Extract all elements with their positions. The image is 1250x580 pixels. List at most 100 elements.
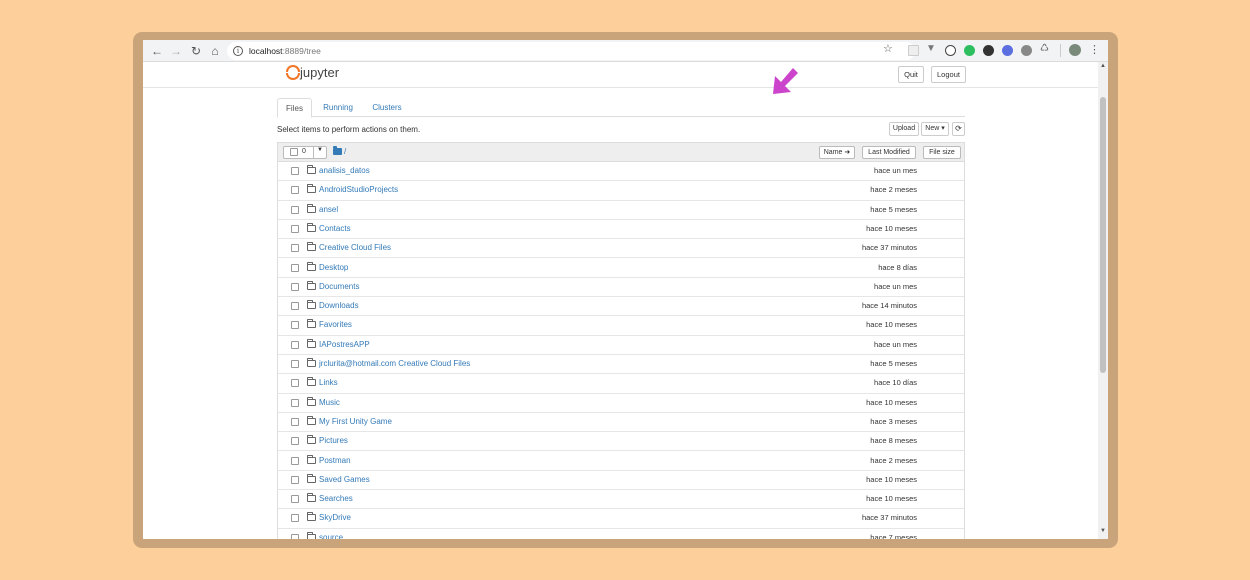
item-name-link[interactable]: Desktop <box>319 263 348 272</box>
row-checkbox[interactable] <box>291 533 299 539</box>
item-name-link[interactable]: Favorites <box>319 320 352 329</box>
item-name-link[interactable]: Creative Cloud Files <box>319 243 391 252</box>
scroll-thumb[interactable] <box>1100 97 1106 373</box>
row-checkbox[interactable] <box>291 379 299 388</box>
row-checkbox[interactable] <box>291 456 299 465</box>
tab-clusters[interactable]: Clusters <box>365 98 409 117</box>
row-checkbox[interactable] <box>291 263 299 272</box>
row-checkbox[interactable] <box>291 340 299 349</box>
item-name-link[interactable]: Saved Games <box>319 475 370 484</box>
item-name-link[interactable]: AndroidStudioProjects <box>319 185 398 194</box>
item-name-link[interactable]: Music <box>319 398 340 407</box>
folder-icon <box>307 377 316 387</box>
table-row[interactable]: ansel hace 5 meses <box>278 201 964 220</box>
table-row[interactable]: AndroidStudioProjects hace 2 meses <box>278 181 964 201</box>
menu-dots-icon[interactable]: ⋮ <box>1089 43 1100 56</box>
table-row[interactable]: Searches hace 10 meses <box>278 490 964 510</box>
table-row[interactable]: IAPostresAPP hace un mes <box>278 336 964 355</box>
item-name-link[interactable]: My First Unity Game <box>319 417 392 426</box>
breadcrumb-root[interactable]: / <box>344 147 346 156</box>
table-row[interactable]: Pictures hace 8 meses <box>278 432 964 452</box>
table-row[interactable]: Links hace 10 días <box>278 374 964 394</box>
extension-icon-evernote[interactable] <box>964 45 975 56</box>
forward-icon[interactable]: → <box>168 43 184 59</box>
quit-button[interactable]: Quit <box>898 66 924 83</box>
row-checkbox[interactable] <box>291 205 299 214</box>
jupyter-logo[interactable]: jupyter <box>285 65 339 80</box>
address-bar[interactable]: i localhost:8889/tree <box>227 42 915 60</box>
item-name-link[interactable]: Contacts <box>319 224 351 233</box>
extension-icon-check[interactable] <box>1002 45 1013 56</box>
item-name-link[interactable]: ansel <box>319 205 338 214</box>
bookmark-star-icon[interactable]: ☆ <box>883 42 893 55</box>
item-name-link[interactable]: Links <box>319 378 338 387</box>
table-row[interactable]: Saved Games hace 10 meses <box>278 471 964 491</box>
vertical-scrollbar[interactable]: ▲ ▼ <box>1098 62 1108 539</box>
info-icon[interactable]: i <box>233 46 243 56</box>
tab-running[interactable]: Running <box>317 98 359 117</box>
row-checkbox[interactable] <box>291 186 299 195</box>
url-text[interactable]: localhost:8889/tree <box>249 46 321 56</box>
home-icon[interactable]: ⌂ <box>207 43 223 59</box>
row-checkbox[interactable] <box>291 398 299 407</box>
extension-icon-blank[interactable] <box>908 45 919 56</box>
table-row[interactable]: Documents hace un mes <box>278 278 964 298</box>
item-name-link[interactable]: IAPostresAPP <box>319 340 370 349</box>
row-checkbox[interactable] <box>291 417 299 426</box>
row-checkbox[interactable] <box>291 321 299 330</box>
new-dropdown-button[interactable]: New ▾ <box>921 122 949 136</box>
row-checkbox[interactable] <box>291 514 299 523</box>
extension-icon-dark[interactable] <box>983 45 994 56</box>
table-row[interactable]: source hace 7 meses <box>278 529 964 539</box>
sort-by-last-modified-button[interactable]: Last Modified <box>862 146 916 159</box>
table-row[interactable]: SkyDrive hace 37 minutos <box>278 509 964 529</box>
item-name-link[interactable]: analisis_datos <box>319 166 370 175</box>
back-icon[interactable]: ← <box>149 43 165 59</box>
folder-icon[interactable] <box>333 146 342 155</box>
extension-icon-recycle[interactable]: ♺ <box>1040 43 1051 54</box>
row-checkbox[interactable] <box>291 167 299 175</box>
row-checkbox[interactable] <box>291 360 299 368</box>
item-name-link[interactable]: source <box>319 533 343 539</box>
item-name-link[interactable]: SkyDrive <box>319 513 351 522</box>
table-row[interactable]: Downloads hace 14 minutos <box>278 297 964 317</box>
item-name-link[interactable]: Postman <box>319 456 351 465</box>
row-checkbox[interactable] <box>291 224 299 233</box>
upload-button[interactable]: Upload <box>889 122 919 136</box>
extension-icon-blocked[interactable] <box>945 45 956 56</box>
extension-icon-filter[interactable]: ▼ <box>926 43 937 54</box>
table-row[interactable]: jrclurita@hotmail.com Creative Cloud Fil… <box>278 355 964 375</box>
profile-avatar[interactable] <box>1069 44 1081 56</box>
table-row[interactable]: Music hace 10 meses <box>278 394 964 413</box>
table-row[interactable]: Favorites hace 10 meses <box>278 316 964 336</box>
table-row[interactable]: analisis_datos hace un mes <box>278 162 964 182</box>
item-name-link[interactable]: jrclurita@hotmail.com Creative Cloud Fil… <box>319 359 470 368</box>
table-row[interactable]: Creative Cloud Files hace 37 minutos <box>278 239 964 259</box>
refresh-button[interactable]: ⟳ <box>952 122 965 136</box>
sort-by-file-size-button[interactable]: File size <box>923 146 961 159</box>
table-row[interactable]: My First Unity Game hace 3 meses <box>278 413 964 433</box>
scroll-down-icon[interactable]: ▼ <box>1099 528 1107 534</box>
table-row[interactable]: Postman hace 2 meses <box>278 452 964 471</box>
tab-files[interactable]: Files <box>277 98 312 118</box>
extension-icon-gray[interactable] <box>1021 45 1032 56</box>
row-checkbox[interactable] <box>291 302 299 311</box>
table-row[interactable]: Desktop hace 8 días <box>278 259 964 278</box>
sort-by-name-button[interactable]: Name ➜ <box>819 146 855 159</box>
row-checkbox[interactable] <box>291 244 299 253</box>
item-name-link[interactable]: Documents <box>319 282 359 291</box>
table-row[interactable]: Contacts hace 10 meses <box>278 220 964 240</box>
item-name-link[interactable]: Pictures <box>319 436 348 445</box>
row-checkbox[interactable] <box>291 475 299 484</box>
item-name-link[interactable]: Searches <box>319 494 353 503</box>
reload-icon[interactable]: ↻ <box>188 43 204 59</box>
row-checkbox[interactable] <box>291 437 299 446</box>
row-checkbox[interactable] <box>291 282 299 291</box>
scroll-up-icon[interactable]: ▲ <box>1099 63 1107 69</box>
select-all-control[interactable]: 0 ▼ <box>283 146 327 159</box>
logout-button[interactable]: Logout <box>931 66 966 83</box>
chevron-down-icon[interactable]: ▼ <box>317 147 323 153</box>
item-name-link[interactable]: Downloads <box>319 301 359 310</box>
row-checkbox[interactable] <box>291 495 299 504</box>
select-all-checkbox[interactable] <box>290 148 298 156</box>
